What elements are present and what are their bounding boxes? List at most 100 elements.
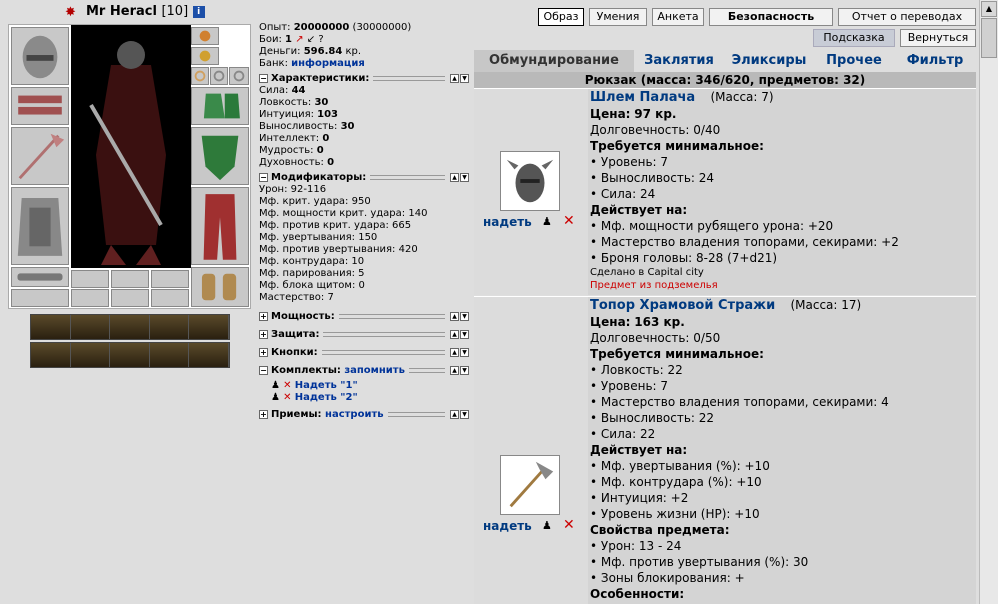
stat-value: 0 (316, 145, 324, 156)
down-arrow-icon[interactable]: ▼ (460, 348, 469, 357)
stat-value: 420 (398, 244, 418, 255)
delete-icon[interactable]: ✕ (283, 380, 291, 391)
item-price: 97 кр. (634, 107, 677, 121)
up-arrow-icon[interactable]: ▲ (450, 410, 459, 419)
down-arrow-icon[interactable]: ▼ (460, 312, 469, 321)
sets-header[interactable]: − Комплекты: запомнить ▲ ▼ (259, 364, 469, 377)
delete-icon[interactable]: ✕ (563, 213, 575, 229)
loss-icon: ↙ (306, 34, 316, 45)
expand-icon[interactable]: + (259, 348, 268, 357)
rune-slot-1[interactable] (71, 270, 109, 288)
hint-button[interactable]: Подсказка (813, 29, 895, 47)
image-button[interactable]: Образ (538, 8, 584, 26)
stat-row: Сила: 44 (259, 85, 469, 97)
belt-slot[interactable] (11, 267, 69, 287)
wear-set-1-link[interactable]: Надеть "1" (295, 380, 358, 391)
characteristics-header[interactable]: − Характеристики: ▲ ▼ (259, 72, 469, 85)
skills-button[interactable]: Умения (589, 8, 647, 26)
tab-other[interactable]: Прочее (814, 50, 894, 72)
up-arrow-icon[interactable]: ▲ (450, 74, 459, 83)
tab-filter[interactable]: Фильтр (894, 50, 976, 72)
tab-elixirs[interactable]: Эликсиры (724, 50, 814, 72)
defense-header[interactable]: + Защита: ▲ ▼ (259, 328, 469, 341)
ring3-slot[interactable] (229, 67, 249, 85)
up-arrow-icon[interactable]: ▲ (450, 330, 459, 339)
scrollbar[interactable]: ▲ (979, 0, 998, 604)
down-arrow-icon[interactable]: ▼ (460, 410, 469, 419)
wear-button[interactable]: надеть (483, 215, 532, 229)
expand-icon[interactable]: + (259, 410, 268, 419)
scroll-thumb[interactable] (981, 18, 997, 58)
boots-slot[interactable] (191, 267, 249, 307)
item-line: • Выносливость: 22 (590, 411, 715, 425)
down-arrow-icon[interactable]: ▼ (460, 74, 469, 83)
expand-icon[interactable]: + (259, 312, 268, 321)
helmet-slot[interactable] (11, 27, 69, 85)
shield-slot[interactable] (191, 127, 249, 185)
stat-row: Мф. увертывания: 150 (259, 232, 469, 244)
item-line: • Интуиция: +2 (590, 491, 689, 505)
stat-label: Ловкость: (259, 97, 312, 108)
profile-button[interactable]: Анкета (652, 8, 704, 26)
earring-slot[interactable] (191, 27, 219, 45)
exp-value: 20000000 (293, 22, 350, 33)
security-button[interactable]: Безопасность (709, 8, 833, 26)
delete-icon[interactable]: ✕ (563, 517, 575, 533)
tab-equipment[interactable]: Обмундирование (474, 50, 634, 72)
clan-icon: ✸ (65, 5, 76, 20)
modifiers-header[interactable]: − Модификаторы: ▲ ▼ (259, 171, 469, 184)
bank-link[interactable]: информация (291, 58, 365, 69)
up-arrow-icon[interactable]: ▲ (450, 348, 459, 357)
wear-set-2-link[interactable]: Надеть "2" (295, 392, 358, 403)
collapse-icon[interactable]: − (259, 173, 268, 182)
pocket-slot-3[interactable] (151, 289, 189, 307)
power-header[interactable]: + Мощность: ▲ ▼ (259, 310, 469, 323)
collapse-icon[interactable]: − (259, 366, 268, 375)
item-durability: Долговечность: 0/50 (590, 331, 721, 345)
down-arrow-icon[interactable]: ▼ (460, 366, 469, 375)
magic-belt-row-1[interactable] (30, 314, 230, 340)
helmet-icon[interactable] (500, 151, 560, 211)
pants-slot[interactable] (191, 187, 249, 265)
collapse-icon[interactable]: − (259, 74, 268, 83)
win-icon: ↗ (295, 34, 304, 45)
pocket-slot-2[interactable] (111, 289, 149, 307)
amulet-small-slot[interactable] (191, 47, 219, 65)
item-name[interactable]: Шлем Палача (590, 90, 695, 105)
gloves-slot[interactable] (191, 87, 249, 125)
transfers-report-button[interactable]: Отчет о переводах (838, 8, 976, 26)
ring1-slot[interactable] (191, 67, 209, 85)
back-button[interactable]: Вернуться (900, 29, 976, 47)
rune-slot-3[interactable] (151, 270, 189, 288)
rune-slot-2[interactable] (111, 270, 149, 288)
belt-slot-2[interactable] (11, 289, 69, 307)
armor-slot[interactable] (11, 187, 69, 265)
scroll-up-icon[interactable]: ▲ (981, 1, 997, 17)
up-arrow-icon[interactable]: ▲ (450, 173, 459, 182)
configure-tricks-link[interactable]: настроить (325, 409, 384, 421)
tricks-header[interactable]: + Приемы: настроить ▲ ▼ (259, 408, 469, 421)
delete-icon[interactable]: ✕ (283, 392, 291, 403)
down-arrow-icon[interactable]: ▼ (460, 330, 469, 339)
item-mass: (Масса: 7) (710, 90, 774, 104)
battles-label: Бои: (259, 34, 282, 45)
tab-spells[interactable]: Заклятия (634, 50, 724, 72)
expand-icon[interactable]: + (259, 330, 268, 339)
down-arrow-icon[interactable]: ▼ (460, 173, 469, 182)
buttons-header[interactable]: + Кнопки: ▲ ▼ (259, 346, 469, 359)
magic-belt-row-2[interactable] (30, 342, 230, 368)
wear-button[interactable]: надеть (483, 519, 532, 533)
ring2-slot[interactable] (210, 67, 228, 85)
item-name[interactable]: Топор Храмовой Стражи (590, 298, 775, 313)
pocket-slot-1[interactable] (71, 289, 109, 307)
remember-set-link[interactable]: запомнить (344, 365, 405, 377)
up-arrow-icon[interactable]: ▲ (450, 366, 459, 375)
stat-row: Мф. парирования: 5 (259, 268, 469, 280)
up-arrow-icon[interactable]: ▲ (450, 312, 459, 321)
wear-icon[interactable]: ♟ (542, 519, 552, 532)
wear-icon[interactable]: ♟ (542, 215, 552, 228)
info-icon[interactable]: i (192, 6, 205, 18)
bracers-slot[interactable] (11, 87, 69, 125)
weapon-slot[interactable] (11, 127, 69, 185)
axe-icon[interactable] (500, 455, 560, 515)
